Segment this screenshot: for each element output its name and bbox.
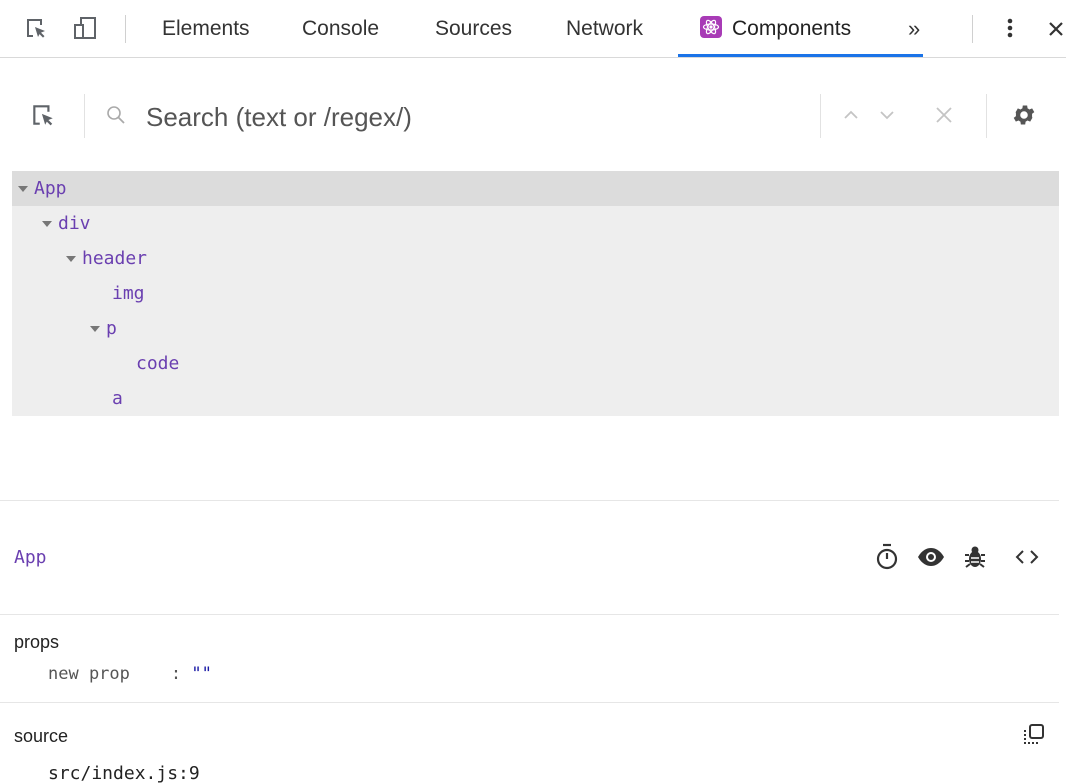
devtools-toolbar: Elements Console Sources Network Compone…	[0, 0, 1066, 58]
device-toolbar-icon[interactable]	[72, 14, 100, 42]
props-section-title: props	[14, 632, 60, 652]
tree-node-name: header	[82, 248, 148, 269]
copy-icon[interactable]	[1022, 722, 1048, 748]
caret-down-icon[interactable]	[42, 221, 52, 227]
chevron-down-icon[interactable]	[874, 100, 900, 130]
close-icon[interactable]	[1044, 14, 1066, 42]
prop-row[interactable]: new prop : ""	[48, 664, 212, 684]
tree-row[interactable]: p	[12, 311, 1059, 346]
tree-node-name: div	[58, 213, 91, 234]
search-icon	[104, 100, 128, 130]
tree-row[interactable]: code	[12, 346, 1059, 381]
caret-down-icon[interactable]	[90, 326, 100, 332]
tree-row[interactable]: a	[12, 381, 1059, 416]
tree-node-name: code	[136, 353, 180, 374]
tree-node-name: App	[34, 178, 67, 199]
prop-key[interactable]: new prop	[48, 664, 130, 684]
tab-elements[interactable]: Elements	[162, 0, 250, 58]
tab-components[interactable]: Components	[700, 0, 851, 58]
tree-row[interactable]: header	[12, 241, 1059, 276]
kebab-menu-icon[interactable]	[996, 14, 1024, 42]
source-location[interactable]: src/index.js:9	[48, 763, 200, 784]
prop-separator: :	[170, 664, 182, 684]
caret-down-icon[interactable]	[66, 256, 76, 262]
panel-divider	[0, 702, 1059, 703]
search-divider	[986, 94, 987, 138]
tab-components-label: Components	[732, 17, 852, 40]
tree-row[interactable]: App	[12, 171, 1059, 206]
caret-down-icon[interactable]	[18, 186, 28, 192]
tree-node-name: img	[112, 283, 145, 304]
search-bar	[0, 80, 1066, 152]
select-component-icon[interactable]	[28, 100, 58, 130]
source-section-title: source	[14, 726, 69, 746]
bug-icon[interactable]	[960, 542, 990, 572]
search-input[interactable]	[146, 98, 786, 136]
inspected-component-name: App	[14, 547, 47, 568]
tree-row[interactable]: div	[12, 206, 1059, 241]
tab-console[interactable]: Console	[302, 0, 379, 58]
view-source-icon[interactable]	[1012, 542, 1042, 572]
search-divider	[84, 94, 85, 138]
panel-divider	[0, 614, 1059, 615]
active-tab-indicator	[678, 54, 923, 57]
tab-sources[interactable]: Sources	[435, 0, 512, 58]
search-divider	[820, 94, 821, 138]
clear-search-icon[interactable]	[930, 100, 958, 130]
tab-network[interactable]: Network	[566, 0, 643, 58]
eye-icon[interactable]	[916, 542, 946, 572]
panel-divider	[0, 500, 1059, 501]
toolbar-divider	[125, 15, 126, 43]
more-tabs-button[interactable]: »	[908, 0, 920, 58]
tree-node-name: p	[106, 318, 117, 339]
inspect-element-icon[interactable]	[22, 14, 50, 42]
toolbar-divider	[972, 15, 973, 43]
tree-node-name: a	[112, 388, 123, 409]
chevron-up-icon[interactable]	[838, 100, 864, 130]
stopwatch-icon[interactable]	[872, 542, 902, 572]
gear-icon[interactable]	[1008, 100, 1040, 130]
tree-row[interactable]: img	[12, 276, 1059, 311]
react-icon	[700, 16, 722, 38]
component-tree: App div header img p code a	[12, 171, 1059, 416]
prop-value[interactable]: ""	[191, 664, 211, 684]
